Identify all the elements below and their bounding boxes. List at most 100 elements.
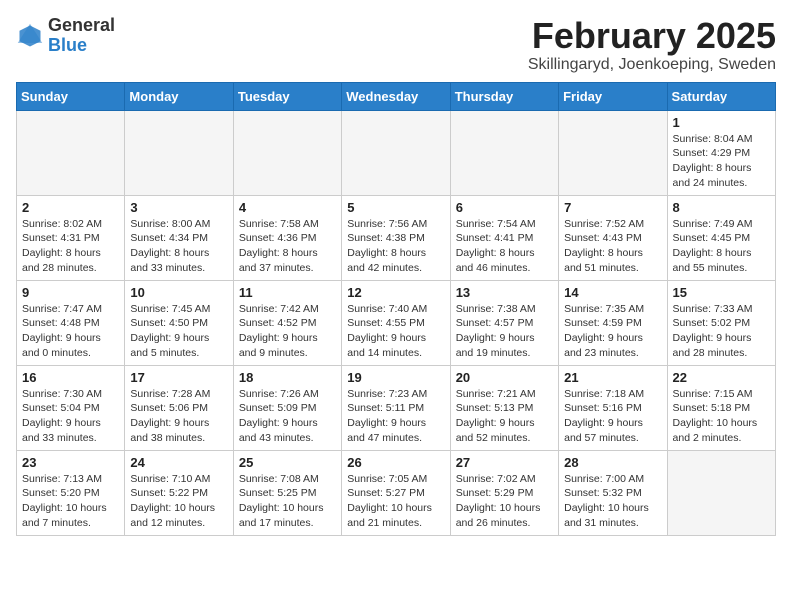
day-number: 17 xyxy=(130,370,227,385)
day-number: 22 xyxy=(673,370,770,385)
day-info: Sunrise: 7:38 AM Sunset: 4:57 PM Dayligh… xyxy=(456,302,553,361)
calendar-cell: 23 Sunrise: 7:13 AM Sunset: 5:20 PM Dayli… xyxy=(17,450,125,535)
calendar-cell: 6 Sunrise: 7:54 AM Sunset: 4:41 PM Daylig… xyxy=(450,195,558,280)
calendar-cell: 5 Sunrise: 7:56 AM Sunset: 4:38 PM Daylig… xyxy=(342,195,450,280)
weekday-header-wednesday: Wednesday xyxy=(342,82,450,110)
weekday-header-sunday: Sunday xyxy=(17,82,125,110)
day-info: Sunrise: 7:00 AM Sunset: 5:32 PM Dayligh… xyxy=(564,472,661,531)
calendar-cell: 14Sunrise: 7:35 AM Sunset: 4:59 PM Dayli… xyxy=(559,280,667,365)
calendar-cell: 21 Sunrise: 7:18 AM Sunset: 5:16 PM Dayli… xyxy=(559,365,667,450)
day-info: Sunrise: 7:08 AM Sunset: 5:25 PM Dayligh… xyxy=(239,472,336,531)
day-info: Sunrise: 7:05 AM Sunset: 5:27 PM Dayligh… xyxy=(347,472,444,531)
calendar-cell: 9Sunrise: 7:47 AM Sunset: 4:48 PM Daylig… xyxy=(17,280,125,365)
weekday-header-friday: Friday xyxy=(559,82,667,110)
day-info: Sunrise: 7:10 AM Sunset: 5:22 PM Dayligh… xyxy=(130,472,227,531)
weekday-header-tuesday: Tuesday xyxy=(233,82,341,110)
day-number: 14 xyxy=(564,285,661,300)
day-number: 10 xyxy=(130,285,227,300)
calendar-cell: 3Sunrise: 8:00 AM Sunset: 4:34 PM Daylig… xyxy=(125,195,233,280)
calendar-cell: 22 Sunrise: 7:15 AM Sunset: 5:18 PM Dayli… xyxy=(667,365,775,450)
calendar-cell: 11 Sunrise: 7:42 AM Sunset: 4:52 PM Dayli… xyxy=(233,280,341,365)
day-number: 20 xyxy=(456,370,553,385)
calendar-cell: 24 Sunrise: 7:10 AM Sunset: 5:22 PM Dayli… xyxy=(125,450,233,535)
day-info: Sunrise: 7:28 AM Sunset: 5:06 PM Dayligh… xyxy=(130,387,227,446)
calendar-week-row: 1Sunrise: 8:04 AM Sunset: 4:29 PM Daylig… xyxy=(17,110,776,195)
day-number: 21 xyxy=(564,370,661,385)
calendar-week-row: 23 Sunrise: 7:13 AM Sunset: 5:20 PM Dayli… xyxy=(17,450,776,535)
day-info: Sunrise: 7:13 AM Sunset: 5:20 PM Dayligh… xyxy=(22,472,119,531)
day-info: Sunrise: 7:02 AM Sunset: 5:29 PM Dayligh… xyxy=(456,472,553,531)
calendar-cell: 26 Sunrise: 7:05 AM Sunset: 5:27 PM Dayli… xyxy=(342,450,450,535)
logo-general-text: General xyxy=(48,15,115,35)
day-info: Sunrise: 7:23 AM Sunset: 5:11 PM Dayligh… xyxy=(347,387,444,446)
calendar-cell: 17 Sunrise: 7:28 AM Sunset: 5:06 PM Dayli… xyxy=(125,365,233,450)
calendar-cell xyxy=(559,110,667,195)
calendar-cell xyxy=(450,110,558,195)
calendar-cell: 27 Sunrise: 7:02 AM Sunset: 5:29 PM Dayli… xyxy=(450,450,558,535)
day-number: 18 xyxy=(239,370,336,385)
weekday-header-saturday: Saturday xyxy=(667,82,775,110)
calendar-week-row: 2Sunrise: 8:02 AM Sunset: 4:31 PM Daylig… xyxy=(17,195,776,280)
day-info: Sunrise: 7:21 AM Sunset: 5:13 PM Dayligh… xyxy=(456,387,553,446)
calendar-cell: 16 Sunrise: 7:30 AM Sunset: 5:04 PM Dayli… xyxy=(17,365,125,450)
calendar-cell: 2Sunrise: 8:02 AM Sunset: 4:31 PM Daylig… xyxy=(17,195,125,280)
day-info: Sunrise: 7:30 AM Sunset: 5:04 PM Dayligh… xyxy=(22,387,119,446)
calendar-cell: 25 Sunrise: 7:08 AM Sunset: 5:25 PM Dayli… xyxy=(233,450,341,535)
weekday-header-row: SundayMondayTuesdayWednesdayThursdayFrid… xyxy=(17,82,776,110)
day-number: 11 xyxy=(239,285,336,300)
calendar-week-row: 16 Sunrise: 7:30 AM Sunset: 5:04 PM Dayli… xyxy=(17,365,776,450)
day-number: 6 xyxy=(456,200,553,215)
day-info: Sunrise: 7:54 AM Sunset: 4:41 PM Dayligh… xyxy=(456,217,553,276)
day-info: Sunrise: 7:33 AM Sunset: 5:02 PM Dayligh… xyxy=(673,302,770,361)
day-number: 27 xyxy=(456,455,553,470)
calendar-cell: 4Sunrise: 7:58 AM Sunset: 4:36 PM Daylig… xyxy=(233,195,341,280)
day-number: 28 xyxy=(564,455,661,470)
day-info: Sunrise: 7:15 AM Sunset: 5:18 PM Dayligh… xyxy=(673,387,770,446)
calendar-cell xyxy=(233,110,341,195)
weekday-header-monday: Monday xyxy=(125,82,233,110)
calendar-cell: 28 Sunrise: 7:00 AM Sunset: 5:32 PM Dayli… xyxy=(559,450,667,535)
day-number: 16 xyxy=(22,370,119,385)
day-info: Sunrise: 7:42 AM Sunset: 4:52 PM Dayligh… xyxy=(239,302,336,361)
calendar-cell: 20 Sunrise: 7:21 AM Sunset: 5:13 PM Dayli… xyxy=(450,365,558,450)
day-info: Sunrise: 7:45 AM Sunset: 4:50 PM Dayligh… xyxy=(130,302,227,361)
day-number: 23 xyxy=(22,455,119,470)
logo: General Blue xyxy=(16,16,115,56)
day-info: Sunrise: 7:58 AM Sunset: 4:36 PM Dayligh… xyxy=(239,217,336,276)
day-number: 15 xyxy=(673,285,770,300)
day-number: 12 xyxy=(347,285,444,300)
logo-icon xyxy=(16,22,44,50)
day-info: Sunrise: 7:18 AM Sunset: 5:16 PM Dayligh… xyxy=(564,387,661,446)
calendar-cell xyxy=(125,110,233,195)
day-number: 7 xyxy=(564,200,661,215)
calendar-cell: 15 Sunrise: 7:33 AM Sunset: 5:02 PM Dayli… xyxy=(667,280,775,365)
page-header: General Blue February 2025 Skillingaryd,… xyxy=(16,16,776,74)
day-info: Sunrise: 7:56 AM Sunset: 4:38 PM Dayligh… xyxy=(347,217,444,276)
calendar-cell: 18 Sunrise: 7:26 AM Sunset: 5:09 PM Dayli… xyxy=(233,365,341,450)
day-number: 5 xyxy=(347,200,444,215)
day-number: 2 xyxy=(22,200,119,215)
day-info: Sunrise: 8:00 AM Sunset: 4:34 PM Dayligh… xyxy=(130,217,227,276)
calendar-cell xyxy=(17,110,125,195)
calendar-subtitle: Skillingaryd, Joenkoeping, Sweden xyxy=(528,56,776,74)
calendar-cell xyxy=(667,450,775,535)
logo-blue-text: Blue xyxy=(48,35,87,55)
calendar-cell: 8Sunrise: 7:49 AM Sunset: 4:45 PM Daylig… xyxy=(667,195,775,280)
day-number: 26 xyxy=(347,455,444,470)
day-number: 1 xyxy=(673,115,770,130)
day-info: Sunrise: 7:26 AM Sunset: 5:09 PM Dayligh… xyxy=(239,387,336,446)
day-info: Sunrise: 7:49 AM Sunset: 4:45 PM Dayligh… xyxy=(673,217,770,276)
day-number: 24 xyxy=(130,455,227,470)
title-block: February 2025 Skillingaryd, Joenkoeping,… xyxy=(528,16,776,74)
calendar-cell: 12 Sunrise: 7:40 AM Sunset: 4:55 PM Dayli… xyxy=(342,280,450,365)
day-number: 13 xyxy=(456,285,553,300)
calendar-cell: 1Sunrise: 8:04 AM Sunset: 4:29 PM Daylig… xyxy=(667,110,775,195)
day-info: Sunrise: 7:40 AM Sunset: 4:55 PM Dayligh… xyxy=(347,302,444,361)
calendar-title: February 2025 xyxy=(528,16,776,56)
calendar-cell: 13 Sunrise: 7:38 AM Sunset: 4:57 PM Dayli… xyxy=(450,280,558,365)
calendar-cell: 10 Sunrise: 7:45 AM Sunset: 4:50 PM Dayli… xyxy=(125,280,233,365)
day-info: Sunrise: 7:52 AM Sunset: 4:43 PM Dayligh… xyxy=(564,217,661,276)
calendar-cell: 7 Sunrise: 7:52 AM Sunset: 4:43 PM Daylig… xyxy=(559,195,667,280)
day-number: 25 xyxy=(239,455,336,470)
calendar-week-row: 9Sunrise: 7:47 AM Sunset: 4:48 PM Daylig… xyxy=(17,280,776,365)
